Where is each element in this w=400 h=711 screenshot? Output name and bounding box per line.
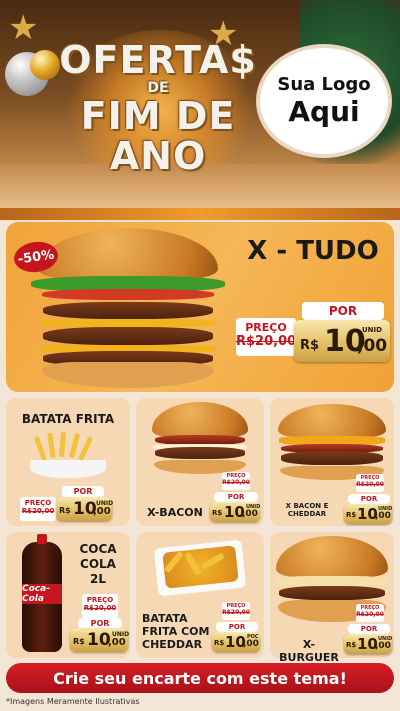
unit-label: UNID <box>378 636 393 642</box>
old-price: R$20,00 <box>21 507 55 515</box>
x-tudo-burger-image <box>30 228 226 388</box>
price-tag: R$ 10 ,00 UNID <box>344 634 392 654</box>
price-decimal: ,00 <box>243 639 259 649</box>
coca-cola-bottle-image: Coca-Cola <box>22 534 62 652</box>
title-line-1: OFERTA$ <box>59 38 257 82</box>
old-price: R$20,00 <box>222 479 250 486</box>
currency-symbol: R$ <box>300 338 320 353</box>
price-decimal: ,00 <box>357 336 388 356</box>
bottle-label: Coca-Cola <box>22 584 62 604</box>
logo-text-1: Sua Logo <box>277 74 371 95</box>
currency-symbol: R$ <box>73 637 85 646</box>
price-decimal: ,00 <box>242 509 258 519</box>
currency-symbol: R$ <box>214 639 225 647</box>
preco-label: PREÇO <box>226 603 246 609</box>
currency-symbol: R$ <box>346 641 357 649</box>
product-name: BATATA FRITA <box>21 412 115 426</box>
logo-text-2: Aqui <box>288 95 360 128</box>
preco-label: PREÇO <box>360 475 380 481</box>
logo-placeholder[interactable]: Sua Logo Aqui <box>256 44 392 158</box>
unit-label: UNID <box>96 500 114 507</box>
page-title: OFERTA$ DE FIM DE ANO <box>58 40 258 176</box>
preco-label: PREÇO <box>86 596 114 604</box>
por-label: POR <box>348 494 390 504</box>
featured-product-name: X - TUDO <box>247 236 379 266</box>
preco-box: PREÇO R$20,00 <box>222 472 250 490</box>
x-bacon-burger-image <box>152 402 248 474</box>
product-name: X-BURGUER <box>279 638 339 664</box>
cta-button[interactable]: Crie seu encarte com este tema! <box>6 663 394 693</box>
unit-label: POC <box>247 634 259 640</box>
por-label: POR <box>216 622 258 632</box>
cheddar-fries-image <box>152 538 248 598</box>
preco-label: PREÇO <box>24 499 52 507</box>
unit-label: UNID <box>112 631 130 638</box>
preco-box: PREÇO R$20,00 <box>82 594 118 618</box>
fries-image <box>30 431 106 478</box>
old-price: R$20,00 <box>356 611 384 618</box>
product-name: X BACON E CHEDDAR <box>285 502 329 518</box>
currency-symbol: R$ <box>59 506 71 515</box>
header-banner: ★ ★ OFERTA$ DE FIM DE ANO Sua Logo Aqui <box>0 0 400 210</box>
unit-label: UNID <box>246 504 261 510</box>
price-tag: R$ 10 ,00 UNID <box>294 320 390 362</box>
unit-label: UNID <box>362 326 382 334</box>
currency-symbol: R$ <box>346 511 357 519</box>
old-price: R$20,00 <box>356 481 384 488</box>
preco-box: PREÇO R$20,00 <box>20 497 56 521</box>
price-tag: R$ 10 ,00 UNID <box>56 497 114 521</box>
price-decimal: ,00 <box>375 641 391 651</box>
price-decimal: ,00 <box>93 506 111 517</box>
price-decimal: ,00 <box>108 637 126 648</box>
price-decimal: ,00 <box>375 511 391 521</box>
preco-label: PREÇO <box>245 321 287 334</box>
preco-box: PREÇO R$20,00 <box>356 604 384 622</box>
currency-symbol: R$ <box>212 509 223 517</box>
preco-box: PREÇO R$20,00 <box>222 602 250 620</box>
preco-label: PREÇO <box>360 605 380 611</box>
price-tag: R$ 10 ,00 UNID <box>210 502 260 522</box>
por-label: POR <box>214 492 258 502</box>
old-price: R$20,00 <box>83 604 117 612</box>
star-icon: ★ <box>8 8 39 48</box>
price-tag: R$ 10 ,00 UNID <box>70 628 130 652</box>
product-name: X-BACON <box>147 506 203 519</box>
preco-label: PREÇO <box>226 473 246 479</box>
product-name: BATATA FRITA COM CHEDDAR <box>142 612 210 651</box>
footnote: *Imagens Meramente Ilustrativas <box>6 697 140 706</box>
old-price: R$20,00 <box>222 609 250 616</box>
x-bacon-cheddar-burger-image <box>278 404 386 480</box>
price-tag: R$ 10 ,00 UNID <box>344 504 392 524</box>
price-tag: R$ 10 ,00 POC <box>212 632 260 652</box>
old-price: R$20,00 <box>236 334 297 349</box>
por-label: POR <box>302 302 384 320</box>
title-line-3: FIM DE ANO <box>80 94 236 178</box>
unit-label: UNID <box>378 506 393 512</box>
preco-box: PREÇO R$20,00 <box>356 474 384 492</box>
decorative-strip <box>0 208 400 220</box>
product-name: COCA COLA 2L <box>79 542 117 586</box>
por-label: POR <box>348 624 390 634</box>
preco-box: PREÇO R$20,00 <box>236 318 296 356</box>
ornament-icon <box>30 50 60 80</box>
